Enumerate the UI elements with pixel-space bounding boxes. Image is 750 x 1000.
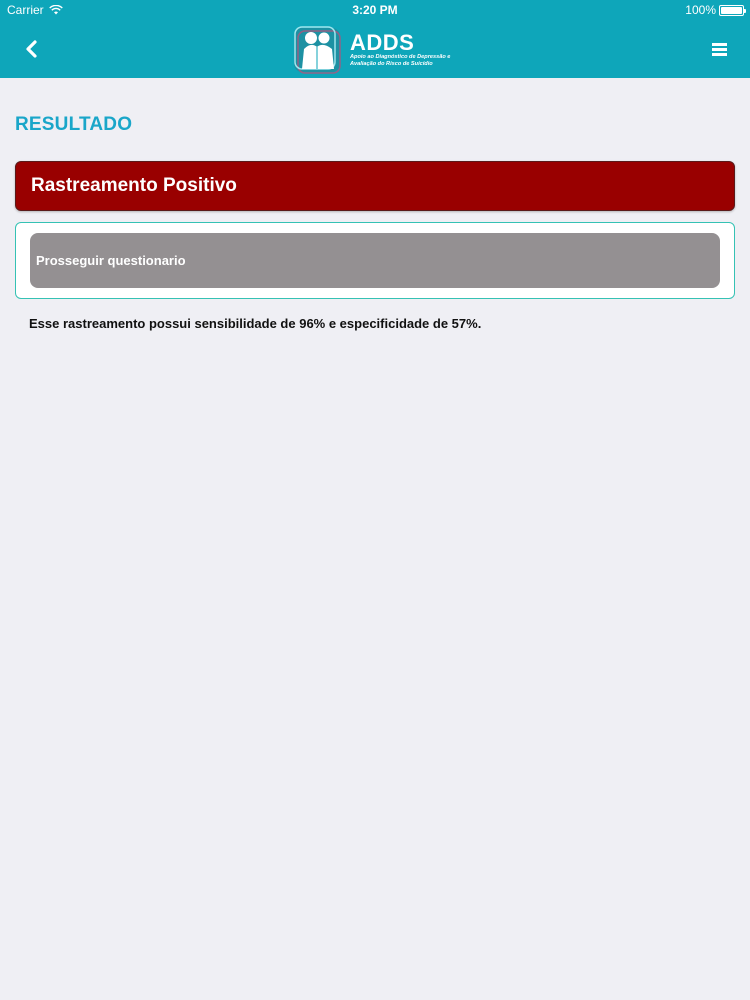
result-label: Rastreamento Positivo xyxy=(31,175,237,196)
hamburger-menu-icon xyxy=(711,42,727,56)
screening-info-text: Esse rastreamento possui sensibilidade d… xyxy=(29,316,482,331)
brand-text: ADDS Apoio ao Diagnóstico de Depressão e… xyxy=(350,32,462,68)
status-battery: 100% xyxy=(685,3,746,17)
battery-percent: 100% xyxy=(685,3,716,17)
nav-bar: ADDS Apoio ao Diagnóstico de Depressão e… xyxy=(0,20,750,78)
back-button[interactable] xyxy=(14,32,48,66)
adds-logo-mark xyxy=(294,26,341,74)
action-panel: Prosseguir questionario xyxy=(15,222,735,299)
status-time: 3:20 PM xyxy=(352,3,398,17)
brand-logo: ADDS Apoio ao Diagnóstico de Depressão e… xyxy=(292,25,462,75)
battery-icon xyxy=(719,4,746,16)
status-bar: Carrier 3:20 PM 100% xyxy=(0,0,750,20)
continue-questionnaire-button[interactable]: Prosseguir questionario xyxy=(30,233,720,288)
result-banner: Rastreamento Positivo xyxy=(15,161,735,211)
brand-name: ADDS xyxy=(350,30,415,55)
main-content: RESULTADO Rastreamento Positivo Prossegu… xyxy=(15,78,735,331)
menu-button[interactable] xyxy=(702,32,736,66)
app-header: Carrier 3:20 PM 100% ADDS Apoio ao Diagn… xyxy=(0,0,750,78)
page-title: RESULTADO xyxy=(15,114,133,135)
chevron-left-icon xyxy=(26,40,37,58)
brand-subtitle: Apoio ao Diagnóstico de Depressão e Aval… xyxy=(350,54,451,67)
